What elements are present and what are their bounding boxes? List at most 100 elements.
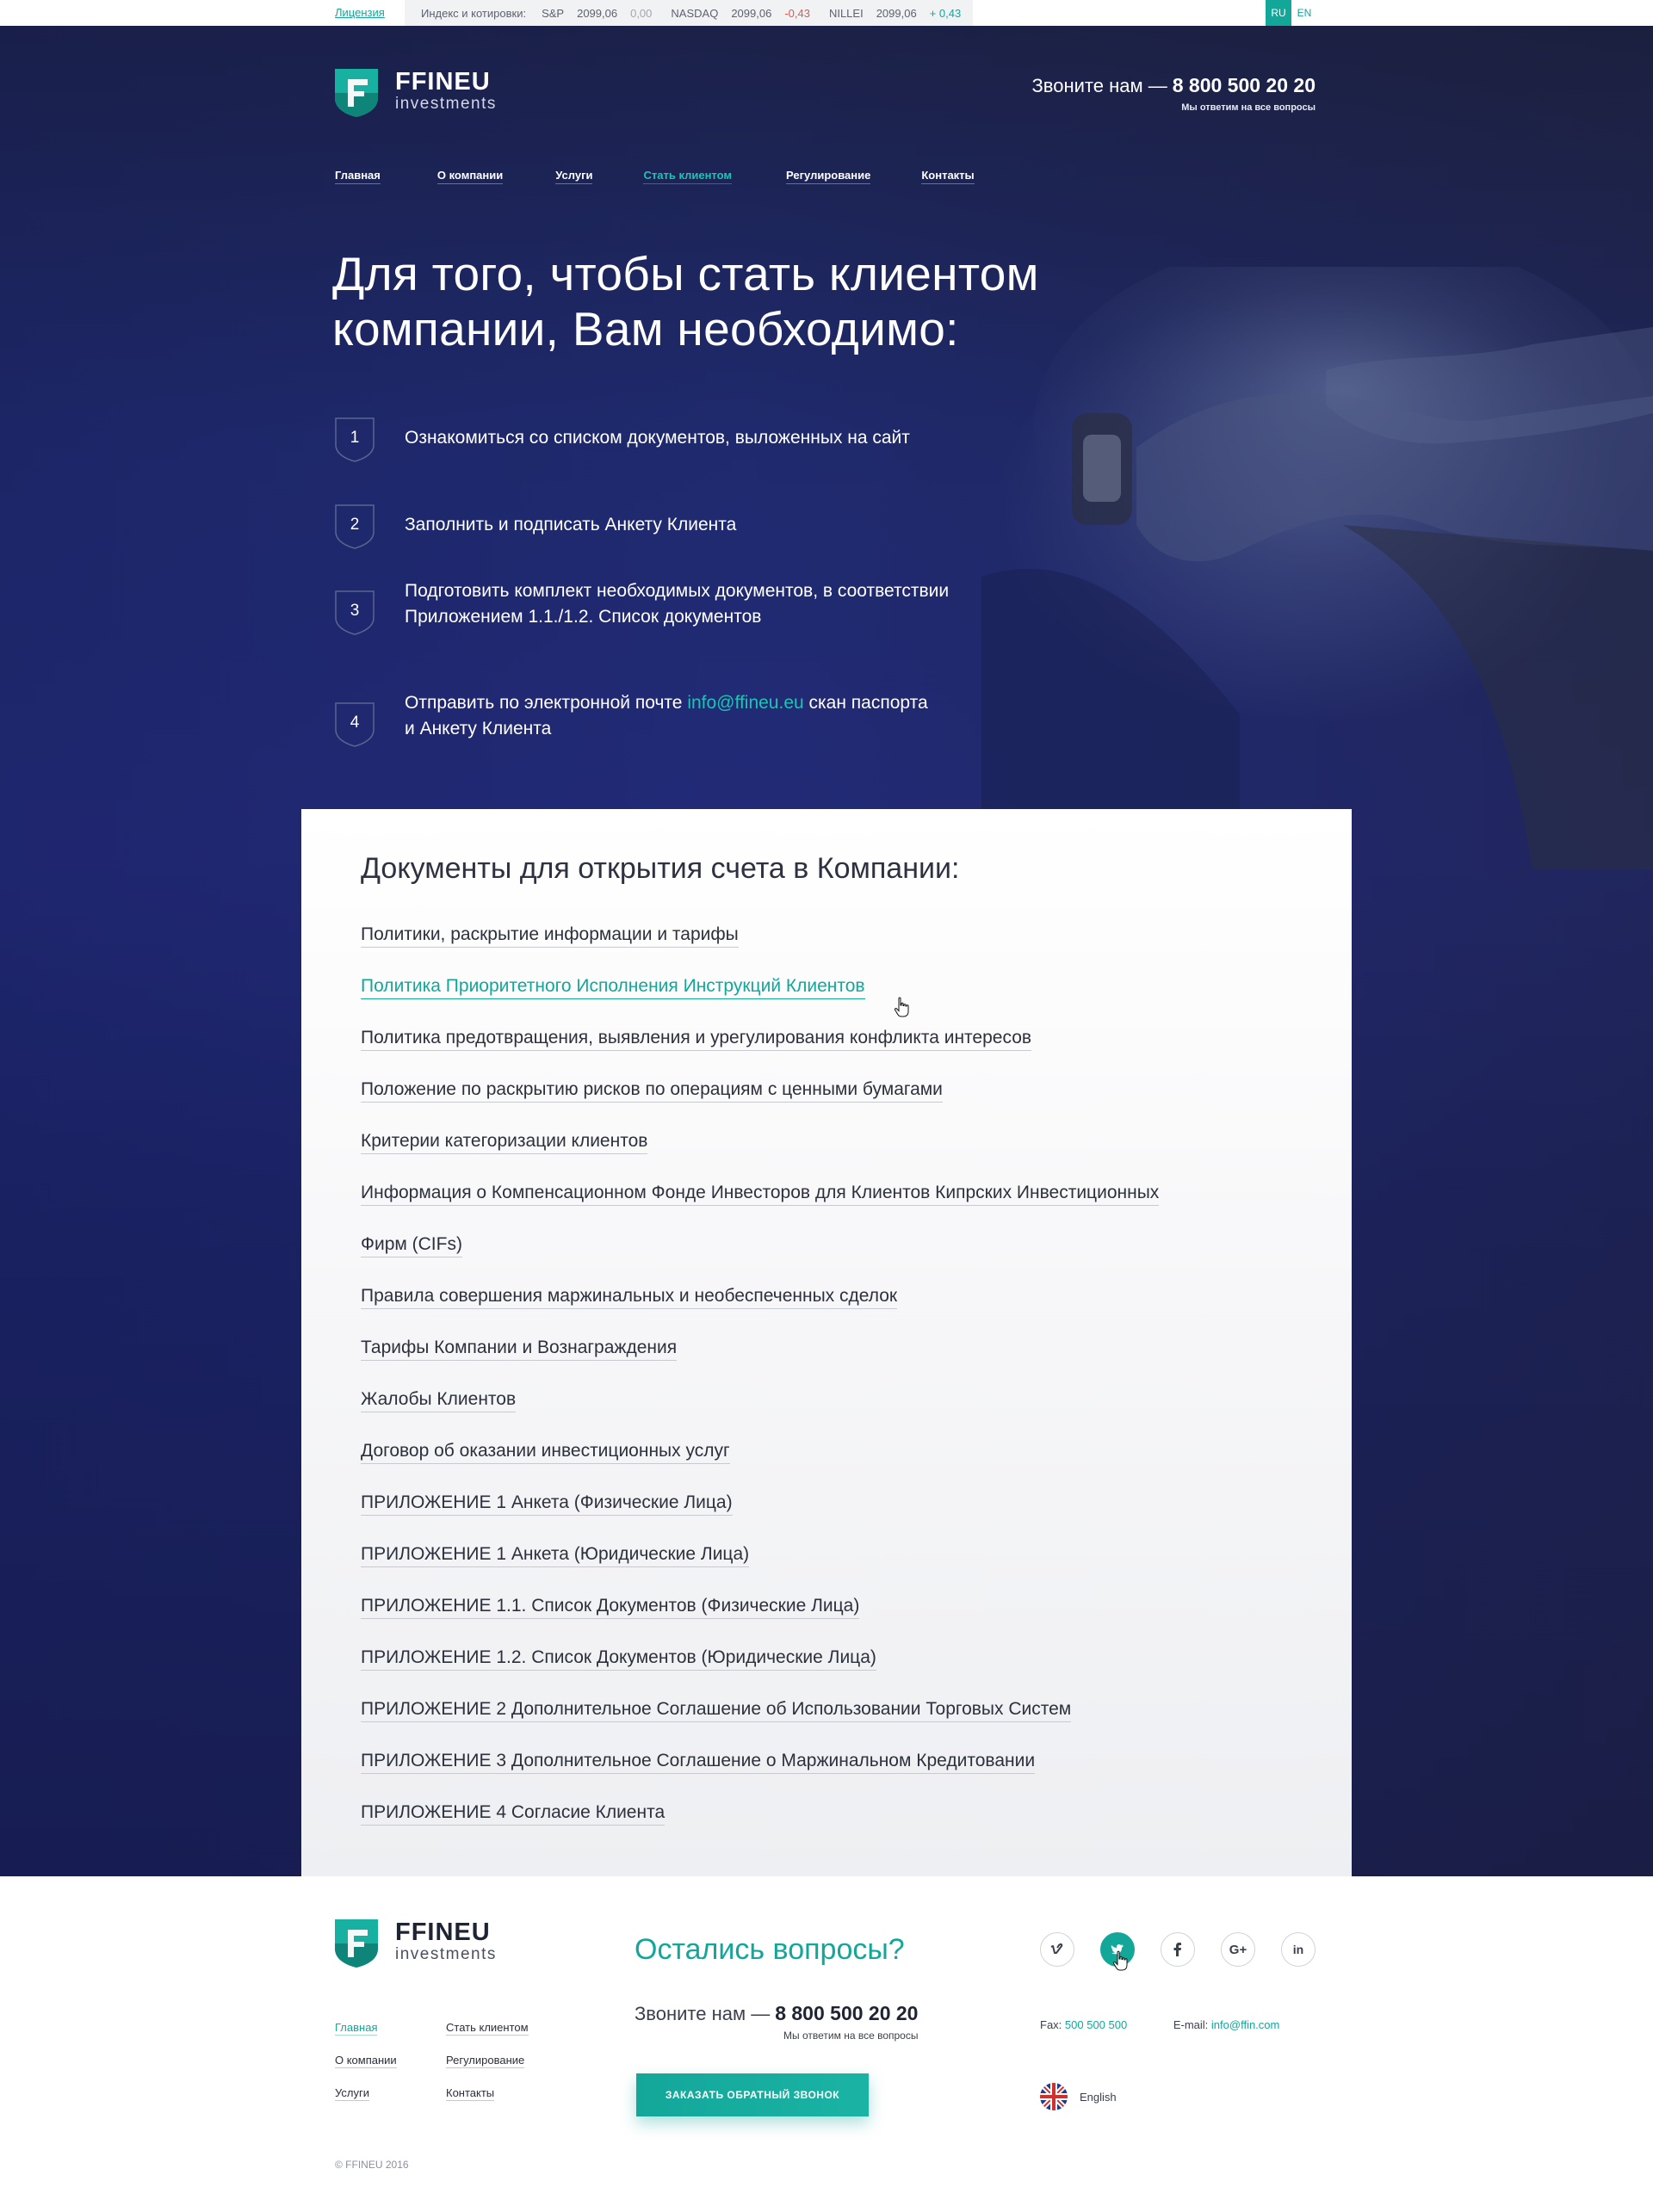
step-text: Подготовить комплект необходимых докумен… (405, 578, 949, 635)
document-link[interactable]: ПРИЛОЖЕНИЕ 1 Анкета (Юридические Лица) (361, 1544, 750, 1567)
quote-name: NASDAQ (671, 6, 719, 20)
call-label: Звоните нам — (1031, 75, 1167, 96)
brand-sub: investments (395, 95, 497, 113)
documents-title: Документы для открытия счета в Компании: (361, 852, 960, 885)
list-item: ПРИЛОЖЕНИЕ 1.2. Список Документов (Юриди… (361, 1647, 1159, 1699)
footer-nav-item-home[interactable]: Главная (335, 2021, 397, 2036)
footer-nav-label: Услуги (335, 2086, 369, 2101)
step-badge: 2 (335, 504, 375, 549)
fax-value[interactable]: 500 500 500 (1065, 2018, 1127, 2031)
step-item: 4 Отправить по электронной почте info@ff… (335, 693, 928, 747)
document-link[interactable]: Тарифы Компании и Вознаграждения (361, 1338, 678, 1361)
nav-item-contacts[interactable]: Контакты (921, 169, 975, 184)
document-link[interactable]: Положение по раскрытию рисков по операци… (361, 1079, 943, 1103)
quotes-ticker: Индекс и котировки: S&P 2099,06 0,00 NAS… (405, 0, 973, 26)
nav-item-become-client[interactable]: Стать клиентом (643, 169, 733, 184)
step-text-line: Приложением 1.1./1.2. Список документов (405, 607, 762, 627)
nav-item-services[interactable]: Услуги (555, 169, 593, 184)
callback-button[interactable]: ЗАКАЗАТЬ ОБРАТНЫЙ ЗВОНОК (636, 2073, 869, 2116)
step-item: 3 Подготовить комплект необходимых докум… (335, 581, 949, 635)
document-link[interactable]: ПРИЛОЖЕНИЕ 1.1. Список Документов (Физич… (361, 1596, 860, 1619)
list-item: Договор об оказании инвестиционных услуг (361, 1441, 1159, 1492)
document-link[interactable]: Критерии категоризации клиентов (361, 1131, 648, 1154)
footer-nav-item-regulation[interactable]: Регулирование (446, 2054, 529, 2068)
document-link[interactable]: Политика предотвращения, выявления и уре… (361, 1028, 1032, 1051)
footer-nav-item-become-client[interactable]: Стать клиентом (446, 2021, 529, 2036)
nav-item-regulation[interactable]: Регулирование (786, 169, 871, 184)
document-link[interactable]: ПРИЛОЖЕНИЕ 3 Дополнительное Соглашение о… (361, 1751, 1036, 1774)
google-plus-icon[interactable]: G+ (1221, 1932, 1255, 1967)
list-item: Политики, раскрытие информации и тарифы (361, 924, 1159, 976)
footer-nav-label: Главная (335, 2021, 378, 2036)
list-item: Политика Приоритетного Исполнения Инстру… (361, 976, 1159, 1028)
list-item: ПРИЛОЖЕНИЕ 3 Дополнительное Соглашение о… (361, 1751, 1159, 1802)
nav-item-home[interactable]: Главная (335, 169, 381, 184)
document-link[interactable]: Политика Приоритетного Исполнения Инстру… (361, 976, 865, 999)
call-label: Звоните нам — (635, 2003, 771, 2024)
logo-shield-icon (335, 69, 378, 117)
documents-card: Документы для открытия счета в Компании:… (301, 809, 1352, 1876)
step-number: 3 (350, 602, 360, 620)
quote-change: + 0,43 (929, 6, 962, 20)
footer-nav-item-about[interactable]: О компании (335, 2054, 397, 2068)
email-link[interactable]: info@ffineu.eu (687, 693, 803, 713)
list-item: Правила совершения маржинальных и необес… (361, 1286, 1159, 1338)
document-link[interactable]: Правила совершения маржинальных и необес… (361, 1286, 898, 1309)
document-link[interactable]: ПРИЛОЖЕНИЕ 1.2. Список Документов (Юриди… (361, 1647, 876, 1671)
phone-hint: Мы ответим на все вопросы (1181, 102, 1316, 113)
footer-nav-label: Стать клиентом (446, 2021, 529, 2036)
phone-number[interactable]: 8 800 500 20 20 (1173, 74, 1316, 96)
step-text-line: Подготовить комплект необходимых докумен… (405, 581, 950, 601)
footer-nav-item-services[interactable]: Услуги (335, 2086, 397, 2101)
quote-name: S&P (542, 6, 565, 20)
quote-change: 0,00 (630, 6, 653, 20)
lang-en-button[interactable]: EN (1291, 0, 1317, 26)
facebook-icon[interactable] (1161, 1932, 1195, 1967)
footer-logo[interactable]: FFINEU investments (335, 1919, 497, 1968)
phone-number[interactable]: 8 800 500 20 20 (775, 2002, 918, 2024)
quote-item: NILLEI 2099,06 + 0,43 (829, 7, 961, 20)
phone-hint: Мы ответим на все вопросы (783, 2030, 919, 2042)
document-link[interactable]: ПРИЛОЖЕНИЕ 2 Дополнительное Соглашение о… (361, 1699, 1072, 1722)
social-links: G+ in (1040, 1932, 1341, 1967)
top-bar: Лицензия Индекс и котировки: S&P 2099,06… (0, 0, 1653, 26)
list-item: Жалобы Клиентов (361, 1389, 1159, 1441)
hero-title-line: компании, Вам необходимо: (332, 302, 959, 355)
handshake-image (981, 267, 1653, 869)
license-link[interactable]: Лицензия (335, 0, 385, 26)
logo-shield-icon (335, 1919, 378, 1968)
footer-nav-item-contacts[interactable]: Контакты (446, 2086, 529, 2101)
document-link[interactable]: ПРИЛОЖЕНИЕ 4 Согласие Клиента (361, 1802, 666, 1826)
quote-value: 2099,06 (731, 6, 772, 20)
document-link[interactable]: Информация о Компенсационном Фонде Инвес… (361, 1183, 1160, 1206)
step-item: 2 Заполнить и подписать Анкету Клиента (335, 504, 736, 549)
linkedin-icon[interactable]: in (1281, 1932, 1316, 1967)
language-selector[interactable]: English (1040, 2083, 1117, 2110)
step-number: 1 (350, 429, 360, 447)
quote-value: 2099,06 (876, 6, 917, 20)
hand-cursor-icon (894, 997, 909, 1017)
google-plus-glyph: G+ (1229, 1942, 1247, 1957)
step-badge: 1 (335, 417, 375, 462)
document-link[interactable]: Политики, раскрытие информации и тарифы (361, 924, 739, 948)
vimeo-icon[interactable] (1040, 1932, 1074, 1967)
document-link[interactable]: Жалобы Клиентов (361, 1389, 517, 1412)
brand-sub: investments (395, 1945, 497, 1963)
header-logo[interactable]: FFINEU investments (335, 69, 497, 117)
quote-value: 2099,06 (577, 6, 618, 20)
fax-label: Fax: (1040, 2018, 1062, 2031)
nav-item-about[interactable]: О компании (436, 169, 504, 184)
step-text-line: и Анкету Клиента (405, 719, 552, 738)
lang-ru-button[interactable]: RU (1266, 0, 1291, 26)
document-link[interactable]: ПРИЛОЖЕНИЕ 1 Анкета (Физические Лица) (361, 1492, 733, 1516)
document-link[interactable]: Договор об оказании инвестиционных услуг (361, 1441, 730, 1464)
hero-title-line: Для того, чтобы стать клиентом (332, 247, 1039, 300)
footer-phone: Звоните нам —8 800 500 20 20 Мы ответим … (635, 2002, 918, 2042)
step-text-line: Отправить по электронной почте (405, 693, 688, 713)
step-badge: 4 (335, 702, 375, 747)
document-link[interactable]: Фирм (CIFs) (361, 1234, 462, 1257)
footer: FFINEU investments Главная О компании Ус… (0, 1876, 1653, 2212)
list-item: ПРИЛОЖЕНИЕ 1.1. Список Документов (Физич… (361, 1596, 1159, 1647)
list-item: ПРИЛОЖЕНИЕ 1 Анкета (Физические Лица) (361, 1492, 1159, 1544)
email-value[interactable]: info@ffin.com (1211, 2018, 1279, 2031)
